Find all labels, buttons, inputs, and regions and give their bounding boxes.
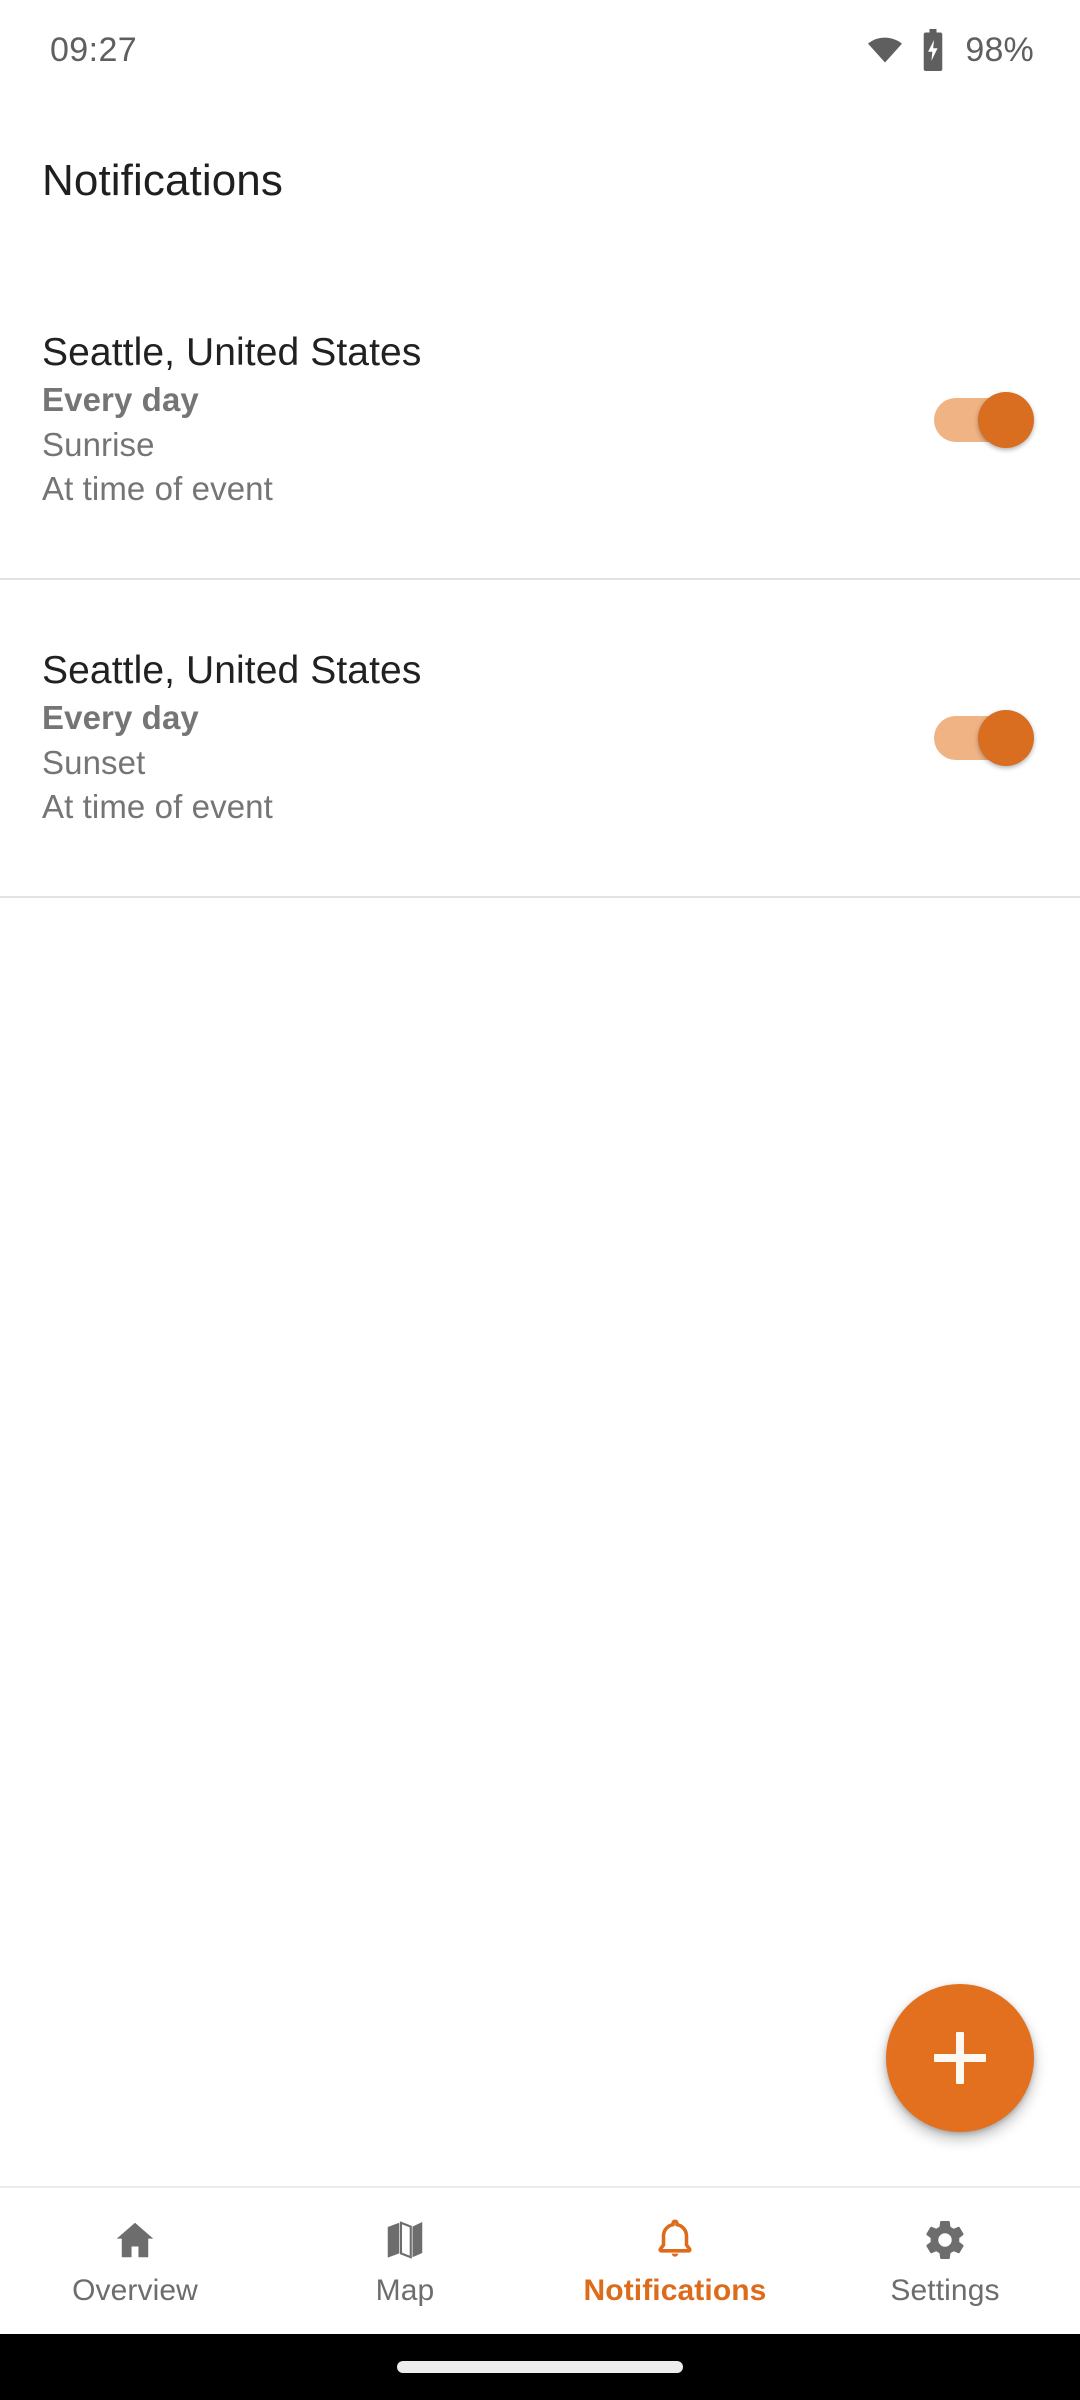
battery-percent-label: 98%	[965, 31, 1034, 69]
table-row[interactable]: Seattle, United States Every day Sunrise…	[0, 262, 1080, 580]
home-icon	[112, 2216, 158, 2264]
notification-event: Sunset	[42, 743, 146, 781]
nav-label-settings: Settings	[890, 2274, 1000, 2307]
notification-repeat: Every day	[42, 698, 199, 736]
nav-tab-notifications[interactable]: Notifications	[540, 2188, 810, 2334]
page-title: Notifications	[42, 156, 283, 205]
nav-tab-settings[interactable]: Settings	[810, 2188, 1080, 2334]
phone-screen: 09:27 98% Notifications Seattle, United …	[0, 0, 1080, 2400]
notification-details: Seattle, United States Every day Sunrise…	[42, 328, 421, 513]
battery-charging-icon	[919, 29, 947, 71]
toggle-thumb	[978, 710, 1034, 766]
gear-icon	[922, 2216, 968, 2264]
app-bar: Notifications	[0, 100, 1080, 268]
notification-toggle[interactable]	[934, 710, 1034, 766]
toggle-thumb	[978, 392, 1034, 448]
notifications-list: Seattle, United States Every day Sunrise…	[0, 262, 1080, 898]
notification-details: Seattle, United States Every day Sunset …	[42, 646, 421, 831]
notification-offset: At time of event	[42, 788, 273, 826]
notification-location: Seattle, United States	[42, 330, 422, 374]
bell-icon	[652, 2216, 698, 2264]
nav-tab-overview[interactable]: Overview	[0, 2188, 270, 2334]
notification-toggle[interactable]	[934, 392, 1034, 448]
home-gesture-pill[interactable]	[397, 2361, 683, 2373]
status-bar: 09:27 98%	[0, 0, 1080, 100]
notifications-content: Seattle, United States Every day Sunrise…	[0, 262, 1080, 2186]
bottom-navigation: Overview Map Notifications Settings	[0, 2186, 1080, 2334]
map-icon	[382, 2216, 428, 2264]
notification-offset: At time of event	[42, 470, 273, 508]
nav-label-notifications: Notifications	[583, 2274, 767, 2307]
gesture-navigation-bar	[0, 2334, 1080, 2400]
nav-label-overview: Overview	[72, 2274, 198, 2307]
notification-location: Seattle, United States	[42, 648, 422, 692]
notification-event: Sunrise	[42, 425, 155, 463]
add-notification-fab[interactable]	[886, 1984, 1034, 2132]
nav-label-map: Map	[375, 2274, 435, 2307]
status-bar-clock: 09:27	[50, 31, 138, 69]
status-bar-indicators: 98%	[865, 29, 1034, 71]
table-row[interactable]: Seattle, United States Every day Sunset …	[0, 580, 1080, 898]
nav-tab-map[interactable]: Map	[270, 2188, 540, 2334]
notification-repeat: Every day	[42, 380, 199, 418]
plus-icon	[934, 2032, 986, 2084]
wifi-icon	[865, 30, 905, 70]
